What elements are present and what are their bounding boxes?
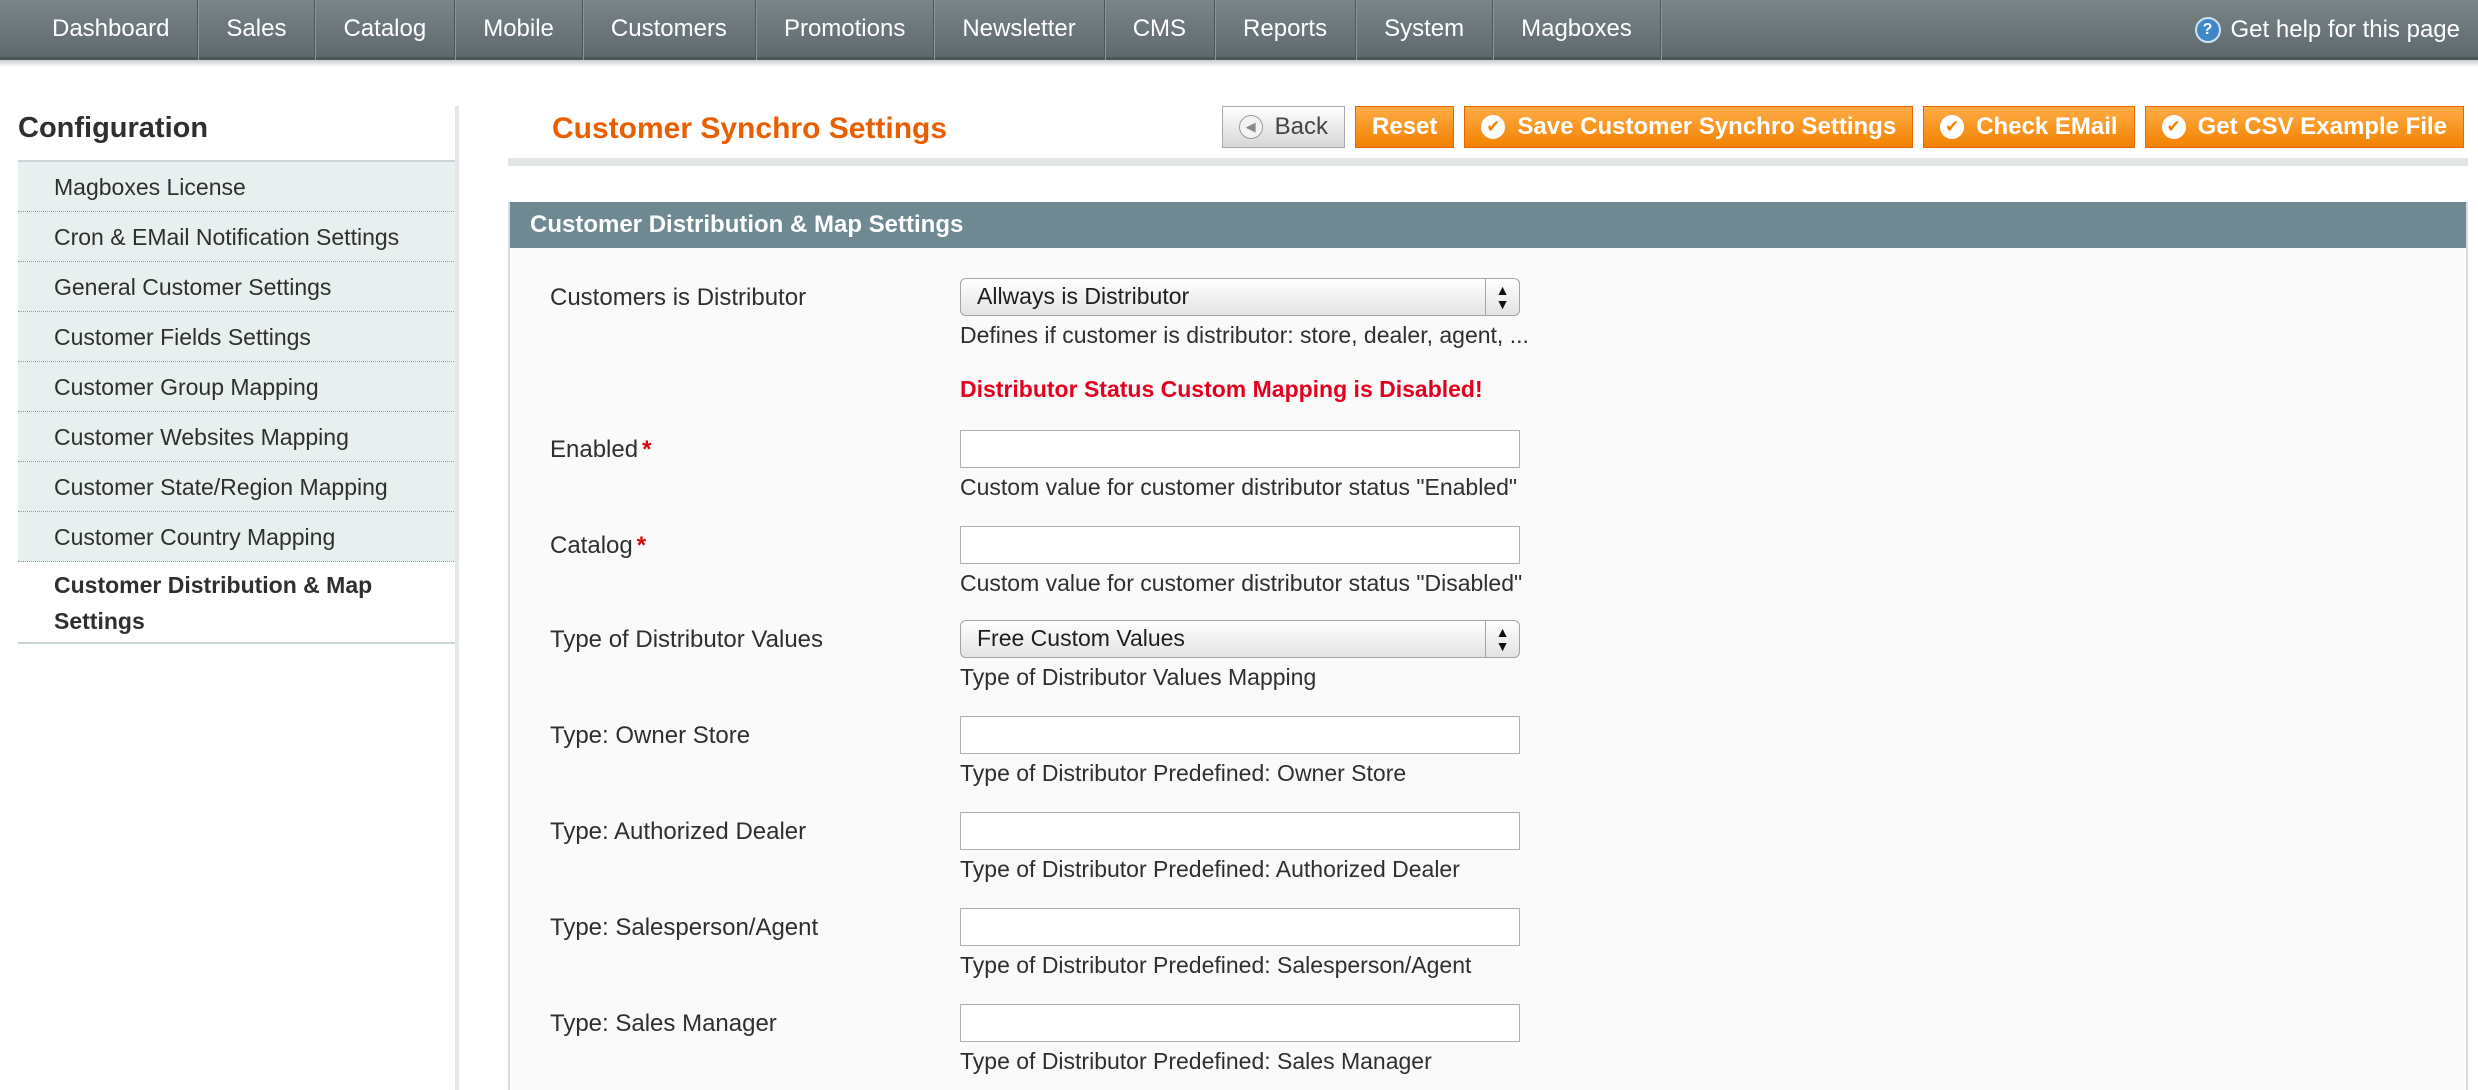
nav-item-customers[interactable]: Customers	[583, 0, 756, 60]
enabled-label-text: Enabled	[550, 436, 639, 463]
catalog-label-text: Catalog	[550, 532, 633, 559]
check-circle-icon: ✔	[1940, 115, 1965, 139]
section-header[interactable]: Customer Distribution & Map Settings	[510, 202, 2466, 248]
dealer-note: Type of Distributor Predefined: Authoriz…	[960, 856, 1460, 882]
nav-item-system[interactable]: System	[1356, 0, 1494, 60]
back-button[interactable]: ◀ Back	[1221, 106, 1346, 148]
sidebar-item-group-mapping[interactable]: Customer Group Mapping	[18, 362, 458, 412]
catalog-input[interactable]	[960, 526, 1520, 564]
sidebar-item-general-customer[interactable]: General Customer Settings	[18, 262, 458, 312]
required-marker: *	[642, 436, 652, 463]
nav-item-reports[interactable]: Reports	[1215, 0, 1357, 60]
save-button[interactable]: ✔ Save Customer Synchro Settings	[1464, 106, 1914, 148]
owner-store-label: Type: Owner Store	[550, 722, 751, 749]
agent-label: Type: Salesperson/Agent	[550, 914, 819, 941]
help-link-label: Get help for this page	[2230, 16, 2460, 43]
back-button-label: Back	[1274, 113, 1329, 140]
required-marker: *	[636, 532, 647, 559]
manager-input[interactable]	[960, 1004, 1520, 1042]
check-circle-icon: ✔	[1481, 115, 1506, 139]
manager-note: Type of Distributor Predefined: Sales Ma…	[960, 1048, 1432, 1074]
csv-example-button[interactable]: ✔ Get CSV Example File	[2144, 106, 2464, 148]
catalog-note: Custom value for customer distributor st…	[960, 570, 1523, 596]
sidebar-item-cron-email[interactable]: Cron & EMail Notification Settings	[18, 212, 458, 262]
nav-item-mobile[interactable]: Mobile	[455, 0, 583, 60]
check-circle-icon: ✔	[2161, 115, 2186, 139]
sidebar-item-distribution-map[interactable]: Customer Distribution & Map Settings	[18, 562, 458, 644]
nav-shadow	[0, 60, 2478, 67]
sidebar-item-customer-fields[interactable]: Customer Fields Settings	[18, 312, 458, 362]
help-link[interactable]: ? Get help for this page	[2194, 0, 2460, 60]
nav-item-cms[interactable]: CMS	[1105, 0, 1216, 60]
enabled-note: Custom value for customer distributor st…	[960, 474, 1518, 500]
config-sidebar: Configuration Magboxes License Cron & EM…	[18, 106, 458, 644]
top-navigation: Dashboard Sales Catalog Mobile Customers…	[0, 0, 2478, 67]
sidebar-title: Configuration	[18, 106, 458, 162]
nav-item-promotions[interactable]: Promotions	[756, 0, 935, 60]
distributor-select-value: Allways is Distributor	[977, 283, 1190, 309]
sidebar-item-websites-mapping[interactable]: Customer Websites Mapping	[18, 412, 458, 462]
sidebar-list: Magboxes License Cron & EMail Notificati…	[18, 162, 458, 644]
select-arrows-icon: ▲ ▼	[1485, 279, 1519, 315]
title-divider	[508, 158, 2468, 166]
dealer-input[interactable]	[960, 812, 1520, 850]
action-buttons: ◀ Back Reset ✔ Save Customer Synchro Set…	[1221, 106, 2464, 148]
mapping-disabled-warning: Distributor Status Custom Mapping is Dis…	[960, 376, 1483, 402]
nav-item-newsletter[interactable]: Newsletter	[934, 0, 1105, 60]
type-values-select-value: Free Custom Values	[977, 625, 1185, 651]
owner-store-note: Type of Distributor Predefined: Owner St…	[960, 760, 1407, 786]
check-email-button-label: Check EMail	[1976, 113, 2118, 140]
page-title: Customer Synchro Settings	[552, 112, 948, 145]
sidebar-divider	[455, 106, 459, 1090]
sidebar-item-state-region-mapping[interactable]: Customer State/Region Mapping	[18, 462, 458, 512]
owner-store-input[interactable]	[960, 716, 1520, 754]
back-arrow-icon: ◀	[1238, 115, 1263, 139]
dealer-label: Type: Authorized Dealer	[550, 818, 807, 845]
help-icon: ?	[2194, 17, 2221, 43]
distributor-label: Customers is Distributor	[550, 284, 807, 311]
reset-button[interactable]: Reset	[1355, 106, 1455, 148]
manager-label: Type: Sales Manager	[550, 1010, 777, 1037]
type-values-select[interactable]: Free Custom Values ▲ ▼	[960, 620, 1520, 658]
nav-item-magboxes[interactable]: Magboxes	[1493, 0, 1661, 60]
csv-example-button-label: Get CSV Example File	[2197, 113, 2447, 140]
type-values-note: Type of Distributor Values Mapping	[960, 664, 1317, 690]
enabled-input[interactable]	[960, 430, 1520, 468]
distribution-settings-section: Customer Distribution & Map Settings Cus…	[508, 202, 2468, 1090]
sidebar-item-magboxes-license[interactable]: Magboxes License	[18, 162, 458, 212]
agent-note: Type of Distributor Predefined: Salesper…	[960, 952, 1472, 978]
reset-button-label: Reset	[1372, 113, 1438, 140]
select-arrows-icon: ▲ ▼	[1485, 621, 1519, 657]
sidebar-item-country-mapping[interactable]: Customer Country Mapping	[18, 512, 458, 562]
distributor-select[interactable]: Allways is Distributor ▲ ▼	[960, 278, 1520, 316]
nav-menu: Dashboard Sales Catalog Mobile Customers…	[24, 0, 1661, 60]
nav-item-dashboard[interactable]: Dashboard	[24, 0, 199, 60]
nav-item-sales[interactable]: Sales	[198, 0, 316, 60]
catalog-label: Catalog *	[550, 532, 646, 560]
agent-input[interactable]	[960, 908, 1520, 946]
distributor-note: Defines if customer is distributor: stor…	[960, 322, 1529, 348]
nav-item-catalog[interactable]: Catalog	[315, 0, 456, 60]
save-button-label: Save Customer Synchro Settings	[1517, 113, 1897, 140]
enabled-label: Enabled *	[550, 436, 651, 464]
check-email-button[interactable]: ✔ Check EMail	[1923, 106, 2135, 148]
type-values-label: Type of Distributor Values	[550, 626, 824, 653]
